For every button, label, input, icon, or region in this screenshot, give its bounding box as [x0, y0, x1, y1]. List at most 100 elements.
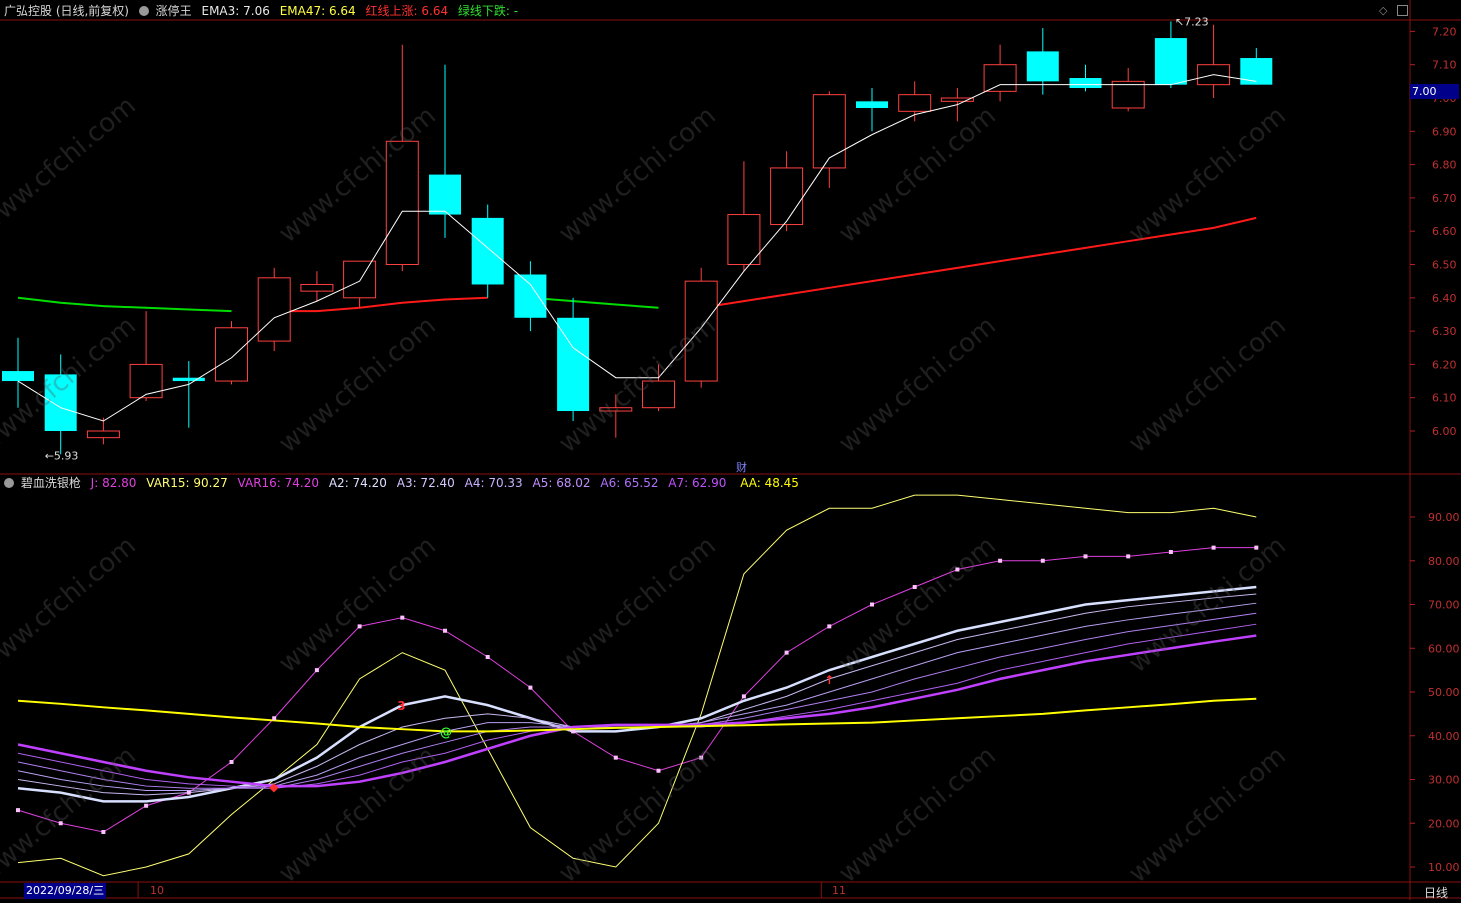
a7-value: A7: 62.90: [668, 476, 727, 490]
series-a5-line: [17, 623, 1257, 789]
candle-body: [1026, 51, 1059, 82]
j-point: [998, 558, 1003, 563]
red-line-value: 红线上涨: 6.64: [365, 4, 449, 18]
main-ytick-label: 6.80: [1432, 159, 1457, 172]
a4-value: A4: 70.33: [464, 476, 523, 490]
j-point: [784, 650, 789, 655]
candle-body: [471, 217, 504, 285]
a5-value: A5: 68.02: [532, 476, 591, 490]
chart-canvas: 6.00 6.10 6.20 6.30 6.40 6.50 6.60 6.70 6.80 6.90…: [0, 0, 1461, 900]
max-price-label: ↖7.23: [1175, 15, 1209, 28]
candle-body: [44, 374, 77, 431]
j-point: [827, 624, 832, 629]
a6-value: A6: 65.52: [600, 476, 659, 490]
candle-body: [215, 327, 248, 382]
series-a3-line: [17, 602, 1257, 791]
candle-body: [898, 94, 932, 112]
candle-body: [385, 140, 419, 265]
candle-body: [300, 283, 334, 292]
sub-gear-icon[interactable]: [4, 478, 14, 488]
series-var15-line: [17, 494, 1257, 877]
signal-marker: @: [440, 725, 452, 739]
indicator-gear-icon[interactable]: [138, 6, 149, 16]
indicator-name[interactable]: 涨停王: [156, 4, 192, 18]
candle-body: [642, 380, 675, 409]
sub-header: 碧血洗银枪 J: 82.80 VAR15: 90.27 VAR16: 74.20…: [4, 473, 805, 493]
sub-ytick-label: 10.00: [1428, 861, 1460, 874]
candle-body: [983, 64, 1017, 92]
current-price-tag: 7.00: [1410, 84, 1459, 99]
signal-marker: ↑: [824, 673, 834, 687]
sub-indicator-name[interactable]: 碧血洗银枪: [21, 476, 81, 490]
j-point: [1168, 550, 1173, 554]
j-point: [16, 808, 20, 813]
red-line-series: [701, 216, 1257, 309]
j-point: [400, 615, 405, 620]
candle-body: [2, 371, 34, 382]
j-point: [58, 821, 63, 826]
candle-body: [1240, 58, 1273, 85]
var16-value: VAR16: 74.20: [237, 476, 320, 490]
j-point: [272, 716, 277, 721]
candle-body: [86, 430, 120, 439]
green-line-value: 绿线下跌: -: [457, 4, 519, 18]
axis-month-10: 10: [150, 884, 164, 897]
main-ytick-label: 6.70: [1432, 192, 1457, 205]
sub-ytick-label: 40.00: [1428, 730, 1460, 743]
a2-value: A2: 74.20: [328, 476, 387, 490]
min-price-label: ←5.93: [45, 449, 79, 462]
candle-body: [1111, 80, 1145, 109]
green-line-series: [17, 296, 232, 313]
j-point: [955, 567, 960, 572]
red-line-series: [274, 296, 488, 313]
axis-month-11: 11: [832, 884, 846, 897]
j-point: [699, 755, 704, 760]
j-point: [870, 602, 874, 607]
main-ytick-label: 6.30: [1432, 325, 1457, 338]
signal-marker: ◆: [269, 780, 279, 794]
main-ytick-label: 6.60: [1432, 225, 1457, 238]
candle-body: [1154, 38, 1187, 85]
j-point: [571, 729, 576, 734]
j-point: [186, 790, 191, 795]
chart-root: 6.00 6.10 6.20 6.30 6.40 6.50 6.60 6.70 6.80 6.90…: [0, 0, 1461, 900]
j-value: J: 82.80: [90, 476, 137, 490]
candle-body: [856, 101, 888, 108]
j-point: [741, 694, 746, 699]
j-point: [229, 760, 234, 764]
main-ytick-label: 6.50: [1432, 259, 1457, 272]
date-cursor-label: 2022/09/28/三: [24, 883, 107, 899]
candle-body: [172, 377, 205, 382]
candle-body: [343, 260, 377, 299]
main-ytick-label: 6.40: [1432, 292, 1457, 305]
var15-value: VAR15: 90.27: [146, 476, 228, 490]
sub-ytick-label: 50.00: [1428, 686, 1460, 699]
restore-icon[interactable]: [1397, 5, 1408, 16]
sub-ytick-label: 70.00: [1428, 599, 1460, 612]
j-point: [1126, 554, 1131, 559]
sub-ytick-label: 20.00: [1428, 817, 1460, 830]
candle-body: [770, 167, 804, 226]
main-ytick-label: 6.90: [1432, 125, 1457, 138]
series-var16-line: [17, 585, 1257, 803]
candle-body: [257, 277, 291, 342]
j-point: [314, 668, 319, 673]
period-button[interactable]: 日线: [1424, 884, 1448, 901]
j-point: [485, 655, 490, 659]
green-line-series: [530, 296, 659, 309]
j-point: [613, 755, 618, 760]
series-a4-line: [17, 612, 1257, 789]
candle-body: [1069, 78, 1102, 89]
candle-body: [812, 94, 846, 169]
main-ytick-label: 6.00: [1432, 425, 1457, 438]
candle-body: [514, 274, 547, 318]
expand-icon[interactable]: ◇: [1379, 4, 1387, 17]
j-point: [656, 768, 661, 773]
aa-value: AA: 48.45: [740, 476, 799, 490]
ema3-line: [17, 74, 1257, 422]
stock-title[interactable]: 广弘控股 (日线,前复权): [4, 4, 129, 18]
candle-body: [727, 214, 761, 266]
candle-body: [684, 280, 718, 382]
j-point: [912, 585, 917, 589]
sub-ytick-label: 30.00: [1428, 774, 1460, 787]
